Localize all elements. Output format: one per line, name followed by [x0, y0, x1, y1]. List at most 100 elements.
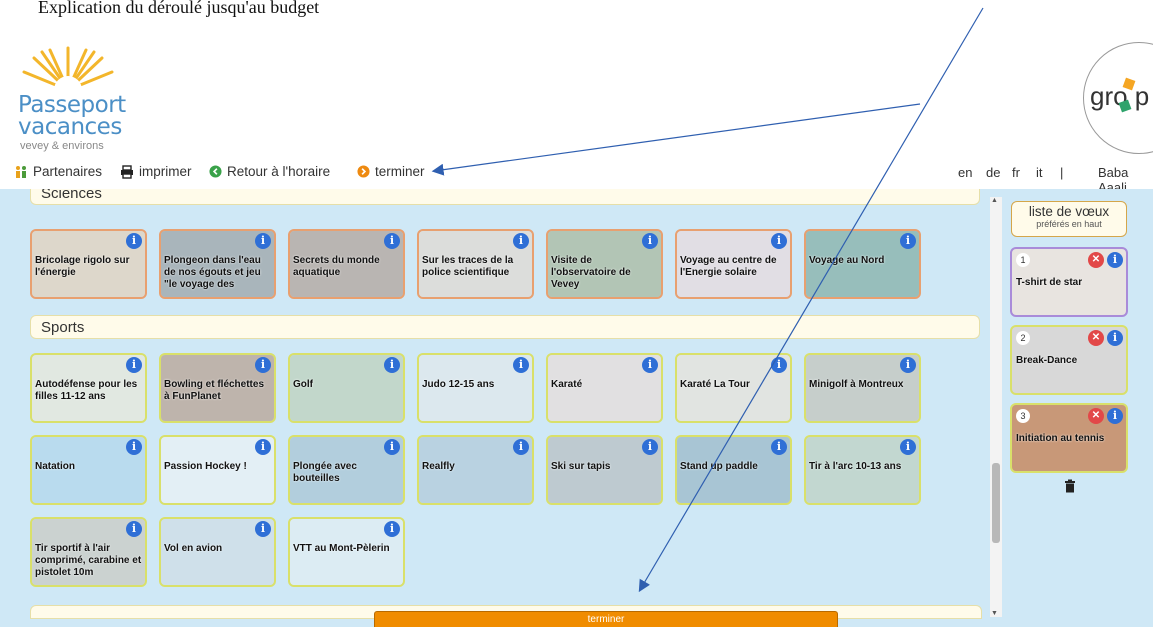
arrow-left-circle-icon [208, 165, 222, 179]
activity-card[interactable]: Bowling et fléchettes à FunPlanet i [159, 353, 276, 423]
finish-label: terminer [375, 164, 425, 179]
activity-title: VTT au Mont-Pèlerin [293, 543, 390, 554]
wishlist-item-label: Initiation au tennis [1016, 433, 1105, 444]
logo-line-3: vevey & environs [20, 140, 104, 152]
info-icon[interactable]: i [513, 439, 529, 455]
trash-icon[interactable] [1063, 479, 1077, 493]
activity-card[interactable]: Visite de l'observatoire de Vevey i [546, 229, 663, 299]
activity-card[interactable]: Autodéfense pour les filles 11-12 ans i [30, 353, 147, 423]
activities-scrollbar[interactable]: ▲ ▼ [990, 197, 1002, 617]
info-icon[interactable]: i [384, 439, 400, 455]
info-icon[interactable]: i [126, 357, 142, 373]
scroll-down-icon[interactable]: ▼ [991, 610, 998, 617]
logo-line-2: vacances [18, 114, 122, 140]
info-icon[interactable]: i [900, 233, 916, 249]
info-icon[interactable]: i [513, 357, 529, 373]
activity-card[interactable]: Voyage au centre de l'Energie solaire i [675, 229, 792, 299]
people-icon [14, 165, 28, 179]
activities-list[interactable]: Sciences Bricolage rigolo sur l'énergie i… [22, 189, 988, 627]
scroll-up-icon[interactable]: ▲ [991, 197, 998, 204]
info-icon[interactable]: i [126, 233, 142, 249]
activity-card[interactable]: Natation i [30, 435, 147, 505]
wishlist-panel: liste de vœux préférés en haut 1 ✕ i T-shir… [1009, 189, 1131, 627]
print-link[interactable]: imprimer [120, 164, 192, 179]
activity-card[interactable]: Sur les traces de la police scientifique… [417, 229, 534, 299]
activity-title: Golf [293, 379, 313, 390]
activity-card[interactable]: Voyage au Nord i [804, 229, 921, 299]
activity-card[interactable]: Golf i [288, 353, 405, 423]
activity-card[interactable]: Vol en avion i [159, 517, 276, 587]
info-icon[interactable]: i [255, 439, 271, 455]
logo-line-1: Passeport [18, 92, 126, 118]
info-icon[interactable]: i [771, 357, 787, 373]
activity-card[interactable]: Judo 12-15 ans i [417, 353, 534, 423]
partners-label: Partenaires [33, 164, 103, 179]
info-icon[interactable]: i [255, 521, 271, 537]
info-icon[interactable]: i [1107, 408, 1123, 424]
remove-icon[interactable]: ✕ [1088, 252, 1104, 268]
lang-it[interactable]: it [1036, 165, 1043, 180]
wishlist-rank: 1 [1016, 253, 1030, 267]
activity-card[interactable]: Ski sur tapis i [546, 435, 663, 505]
partners-link[interactable]: Partenaires [14, 164, 102, 179]
activity-title: Plongée avec bouteilles [293, 461, 357, 484]
info-icon[interactable]: i [255, 357, 271, 373]
info-icon[interactable]: i [771, 439, 787, 455]
wishlist-item[interactable]: 2 ✕ i Break-Dance [1010, 325, 1128, 395]
info-icon[interactable]: i [513, 233, 529, 249]
info-icon[interactable]: i [1107, 252, 1123, 268]
activity-card[interactable]: Stand up paddle i [675, 435, 792, 505]
info-icon[interactable]: i [1107, 330, 1123, 346]
info-icon[interactable]: i [642, 357, 658, 373]
info-icon[interactable]: i [126, 521, 142, 537]
info-icon[interactable]: i [771, 233, 787, 249]
info-icon[interactable]: i [384, 233, 400, 249]
activity-title: Passion Hockey ! [164, 461, 247, 472]
lang-en[interactable]: en [958, 165, 972, 180]
lang-fr[interactable]: fr [1012, 165, 1020, 180]
activity-card[interactable]: Karaté i [546, 353, 663, 423]
finish-button[interactable]: terminer [374, 611, 838, 627]
remove-icon[interactable]: ✕ [1088, 330, 1104, 346]
info-icon[interactable]: i [900, 439, 916, 455]
wishlist-item[interactable]: 3 ✕ i Initiation au tennis [1010, 403, 1128, 473]
info-icon[interactable]: i [255, 233, 271, 249]
info-icon[interactable]: i [642, 439, 658, 455]
activity-card[interactable]: Plongée avec bouteilles i [288, 435, 405, 505]
partner-logo[interactable]: gro p [1083, 42, 1153, 154]
finish-link[interactable]: terminer [356, 164, 425, 179]
back-to-schedule-link[interactable]: Retour à l'horaire [208, 164, 330, 179]
print-label: imprimer [139, 164, 192, 179]
activity-card[interactable]: VTT au Mont-Pèlerin i [288, 517, 405, 587]
wishlist-item[interactable]: 1 ✕ i T-shirt de star [1010, 247, 1128, 317]
activity-card[interactable]: Tir sportif à l'air comprimé, carabine e… [30, 517, 147, 587]
activity-title: Tir à l'arc 10-13 ans [809, 461, 902, 472]
scrollbar-thumb[interactable] [992, 463, 1000, 543]
activity-card[interactable]: Realfly i [417, 435, 534, 505]
wishlist-title: liste de vœux [1028, 204, 1110, 219]
info-icon[interactable]: i [384, 521, 400, 537]
activity-card[interactable]: Passion Hockey ! i [159, 435, 276, 505]
activity-card[interactable]: Karaté La Tour i [675, 353, 792, 423]
wishlist-subtitle: préférés en haut [1036, 219, 1102, 229]
activity-title: Secrets du monde aquatique [293, 255, 380, 278]
activity-card[interactable]: Secrets du monde aquatique i [288, 229, 405, 299]
activity-card[interactable]: Plongeon dans l'eau de nos égouts et jeu… [159, 229, 276, 299]
printer-icon [120, 164, 134, 179]
info-icon[interactable]: i [642, 233, 658, 249]
lang-de[interactable]: de [986, 165, 1000, 180]
wishlist-item-label: Break-Dance [1016, 355, 1078, 366]
section-header-sports: Sports [30, 315, 980, 339]
activity-card[interactable]: Tir à l'arc 10-13 ans i [804, 435, 921, 505]
remove-icon[interactable]: ✕ [1088, 408, 1104, 424]
info-icon[interactable]: i [384, 357, 400, 373]
wishlist-header: liste de vœux préférés en haut [1011, 201, 1127, 237]
sun-icon [22, 46, 114, 92]
wishlist-rank: 3 [1016, 409, 1030, 423]
activity-card[interactable]: Minigolf à Montreux i [804, 353, 921, 423]
info-icon[interactable]: i [900, 357, 916, 373]
activity-card[interactable]: Bricolage rigolo sur l'énergie i [30, 229, 147, 299]
wishlist-rank: 2 [1016, 331, 1030, 345]
passeport-vacances-logo[interactable]: Passeport vacances vevey & environs [12, 44, 126, 156]
info-icon[interactable]: i [126, 439, 142, 455]
